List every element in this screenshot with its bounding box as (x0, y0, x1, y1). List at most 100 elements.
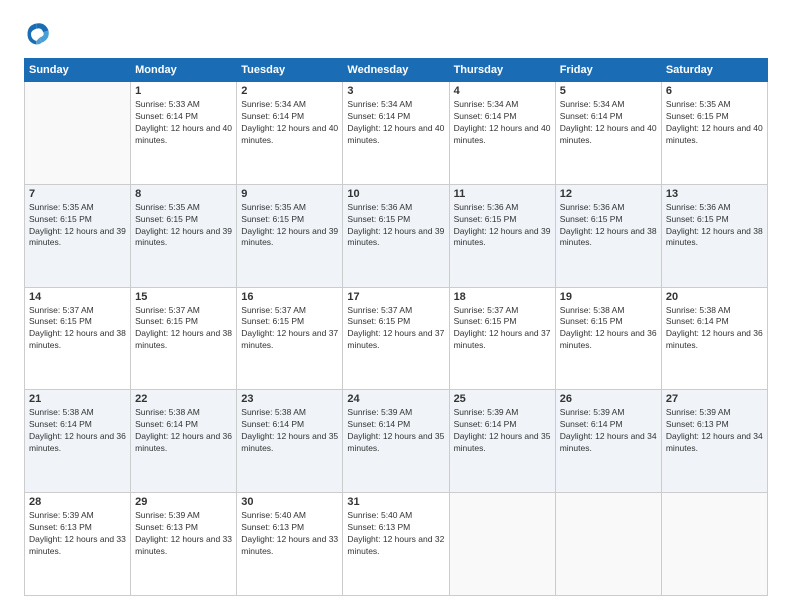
day-number: 19 (560, 291, 657, 303)
day-info: Sunrise: 5:37 AMSunset: 6:15 PMDaylight:… (454, 305, 551, 353)
day-number: 14 (29, 291, 126, 303)
day-info: Sunrise: 5:34 AMSunset: 6:14 PMDaylight:… (241, 99, 338, 147)
day-info: Sunrise: 5:36 AMSunset: 6:15 PMDaylight:… (560, 202, 657, 250)
calendar-cell: 27 Sunrise: 5:39 AMSunset: 6:13 PMDayligh… (661, 390, 767, 493)
weekday-header: Monday (131, 59, 237, 82)
day-number: 22 (135, 393, 232, 405)
day-number: 24 (347, 393, 444, 405)
day-info: Sunrise: 5:34 AMSunset: 6:14 PMDaylight:… (454, 99, 551, 147)
day-number: 27 (666, 393, 763, 405)
weekday-header: Wednesday (343, 59, 449, 82)
calendar-cell: 19 Sunrise: 5:38 AMSunset: 6:15 PMDayligh… (555, 287, 661, 390)
calendar-cell: 11 Sunrise: 5:36 AMSunset: 6:15 PMDayligh… (449, 184, 555, 287)
day-number: 29 (135, 496, 232, 508)
calendar-cell: 28 Sunrise: 5:39 AMSunset: 6:13 PMDayligh… (25, 493, 131, 596)
day-info: Sunrise: 5:40 AMSunset: 6:13 PMDaylight:… (347, 510, 444, 558)
day-number: 6 (666, 85, 763, 97)
day-info: Sunrise: 5:35 AMSunset: 6:15 PMDaylight:… (666, 99, 763, 147)
weekday-header: Tuesday (237, 59, 343, 82)
day-number: 10 (347, 188, 444, 200)
day-info: Sunrise: 5:38 AMSunset: 6:14 PMDaylight:… (29, 407, 126, 455)
day-number: 31 (347, 496, 444, 508)
calendar-cell: 17 Sunrise: 5:37 AMSunset: 6:15 PMDayligh… (343, 287, 449, 390)
day-number: 2 (241, 85, 338, 97)
calendar-cell (25, 82, 131, 185)
day-number: 4 (454, 85, 551, 97)
day-info: Sunrise: 5:37 AMSunset: 6:15 PMDaylight:… (135, 305, 232, 353)
day-number: 28 (29, 496, 126, 508)
header (24, 20, 768, 48)
logo (24, 20, 56, 48)
calendar-cell: 30Sunrise: 5:40 AMSunset: 6:13 PMDayligh… (237, 493, 343, 596)
calendar-cell: 16 Sunrise: 5:37 AMSunset: 6:15 PMDayligh… (237, 287, 343, 390)
day-number: 17 (347, 291, 444, 303)
calendar-cell: 18Sunrise: 5:37 AMSunset: 6:15 PMDayligh… (449, 287, 555, 390)
day-info: Sunrise: 5:34 AMSunset: 6:14 PMDaylight:… (560, 99, 657, 147)
day-number: 20 (666, 291, 763, 303)
calendar-cell: 21 Sunrise: 5:38 AMSunset: 6:14 PMDayligh… (25, 390, 131, 493)
day-info: Sunrise: 5:37 AMSunset: 6:15 PMDaylight:… (347, 305, 444, 353)
calendar-cell: 13Sunrise: 5:36 AMSunset: 6:15 PMDayligh… (661, 184, 767, 287)
day-info: Sunrise: 5:37 AMSunset: 6:15 PMDaylight:… (241, 305, 338, 353)
calendar-cell (555, 493, 661, 596)
day-number: 30 (241, 496, 338, 508)
day-info: Sunrise: 5:38 AMSunset: 6:14 PMDaylight:… (666, 305, 763, 353)
day-number: 12 (560, 188, 657, 200)
calendar-cell (661, 493, 767, 596)
calendar-cell: 22 Sunrise: 5:38 AMSunset: 6:14 PMDayligh… (131, 390, 237, 493)
calendar-cell: 25 Sunrise: 5:39 AMSunset: 6:14 PMDayligh… (449, 390, 555, 493)
calendar-cell: 24 Sunrise: 5:39 AMSunset: 6:14 PMDayligh… (343, 390, 449, 493)
day-info: Sunrise: 5:35 AMSunset: 6:15 PMDaylight:… (241, 202, 338, 250)
weekday-header: Sunday (25, 59, 131, 82)
weekday-header: Thursday (449, 59, 555, 82)
day-number: 15 (135, 291, 232, 303)
day-number: 11 (454, 188, 551, 200)
day-number: 9 (241, 188, 338, 200)
day-info: Sunrise: 5:39 AMSunset: 6:14 PMDaylight:… (560, 407, 657, 455)
day-number: 26 (560, 393, 657, 405)
calendar-cell: 9 Sunrise: 5:35 AMSunset: 6:15 PMDaylight… (237, 184, 343, 287)
calendar-cell: 20 Sunrise: 5:38 AMSunset: 6:14 PMDayligh… (661, 287, 767, 390)
day-info: Sunrise: 5:38 AMSunset: 6:15 PMDaylight:… (560, 305, 657, 353)
weekday-header: Friday (555, 59, 661, 82)
calendar-cell: 14 Sunrise: 5:37 AMSunset: 6:15 PMDayligh… (25, 287, 131, 390)
day-number: 7 (29, 188, 126, 200)
day-number: 13 (666, 188, 763, 200)
day-number: 1 (135, 85, 232, 97)
calendar-cell: 8Sunrise: 5:35 AMSunset: 6:15 PMDaylight… (131, 184, 237, 287)
day-number: 5 (560, 85, 657, 97)
day-info: Sunrise: 5:35 AMSunset: 6:15 PMDaylight:… (29, 202, 126, 250)
calendar-cell: 7 Sunrise: 5:35 AMSunset: 6:15 PMDaylight… (25, 184, 131, 287)
weekday-header: Saturday (661, 59, 767, 82)
day-info: Sunrise: 5:34 AMSunset: 6:14 PMDaylight:… (347, 99, 444, 147)
day-info: Sunrise: 5:39 AMSunset: 6:14 PMDaylight:… (347, 407, 444, 455)
calendar-table: SundayMondayTuesdayWednesdayThursdayFrid… (24, 58, 768, 596)
calendar-cell: 29 Sunrise: 5:39 AMSunset: 6:13 PMDayligh… (131, 493, 237, 596)
calendar-cell: 10Sunrise: 5:36 AMSunset: 6:15 PMDayligh… (343, 184, 449, 287)
page: SundayMondayTuesdayWednesdayThursdayFrid… (0, 0, 792, 612)
day-info: Sunrise: 5:38 AMSunset: 6:14 PMDaylight:… (135, 407, 232, 455)
calendar-cell (449, 493, 555, 596)
day-number: 16 (241, 291, 338, 303)
day-info: Sunrise: 5:39 AMSunset: 6:13 PMDaylight:… (666, 407, 763, 455)
day-number: 21 (29, 393, 126, 405)
day-number: 3 (347, 85, 444, 97)
calendar-cell: 31 Sunrise: 5:40 AMSunset: 6:13 PMDayligh… (343, 493, 449, 596)
day-info: Sunrise: 5:39 AMSunset: 6:13 PMDaylight:… (135, 510, 232, 558)
day-number: 25 (454, 393, 551, 405)
day-info: Sunrise: 5:36 AMSunset: 6:15 PMDaylight:… (454, 202, 551, 250)
calendar-cell: 26 Sunrise: 5:39 AMSunset: 6:14 PMDayligh… (555, 390, 661, 493)
logo-icon (24, 20, 52, 48)
day-info: Sunrise: 5:33 AMSunset: 6:14 PMDaylight:… (135, 99, 232, 147)
day-info: Sunrise: 5:39 AMSunset: 6:13 PMDaylight:… (29, 510, 126, 558)
calendar-cell: 5 Sunrise: 5:34 AMSunset: 6:14 PMDaylight… (555, 82, 661, 185)
day-info: Sunrise: 5:38 AMSunset: 6:14 PMDaylight:… (241, 407, 338, 455)
calendar-cell: 2 Sunrise: 5:34 AMSunset: 6:14 PMDaylight… (237, 82, 343, 185)
calendar-cell: 12 Sunrise: 5:36 AMSunset: 6:15 PMDayligh… (555, 184, 661, 287)
day-info: Sunrise: 5:37 AMSunset: 6:15 PMDaylight:… (29, 305, 126, 353)
day-number: 8 (135, 188, 232, 200)
calendar-cell: 4 Sunrise: 5:34 AMSunset: 6:14 PMDaylight… (449, 82, 555, 185)
day-number: 23 (241, 393, 338, 405)
day-info: Sunrise: 5:39 AMSunset: 6:14 PMDaylight:… (454, 407, 551, 455)
calendar-cell: 1 Sunrise: 5:33 AMSunset: 6:14 PMDaylight… (131, 82, 237, 185)
